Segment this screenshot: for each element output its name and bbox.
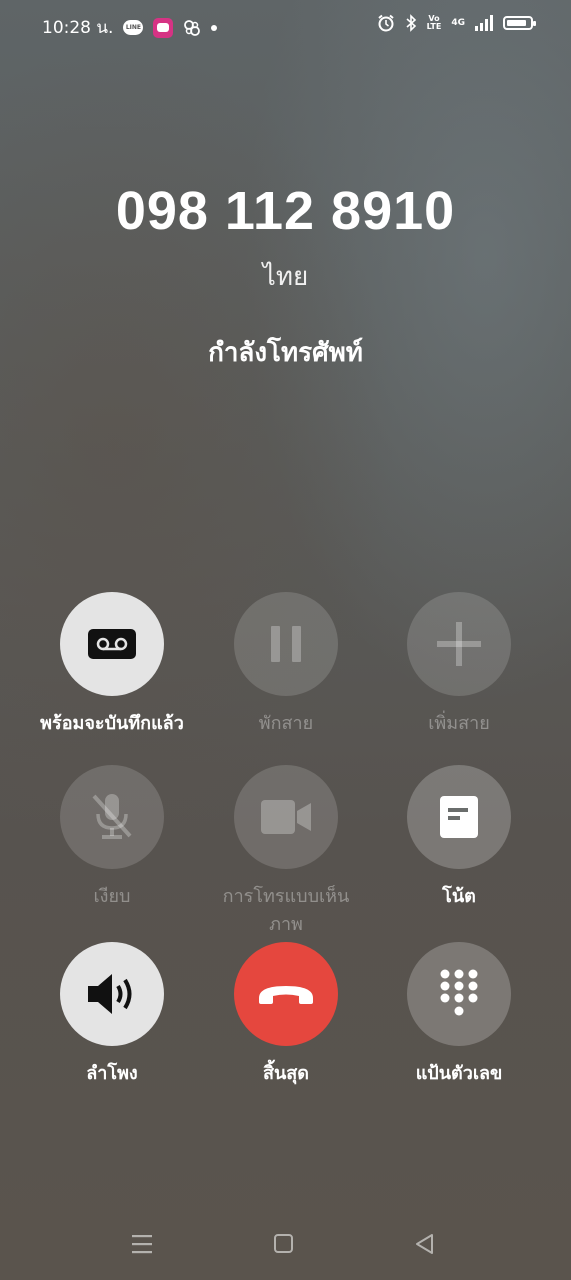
- video-call-button[interactable]: การโทรแบบเห็นภาพ: [191, 765, 381, 939]
- speaker-button[interactable]: ลำโพง: [17, 942, 207, 1088]
- line-icon: LINE: [123, 20, 144, 35]
- speaker-icon: [88, 974, 132, 1014]
- video-camera-icon: [261, 800, 311, 834]
- dialpad-icon: [440, 969, 478, 1016]
- dot-icon: [211, 24, 218, 31]
- plus-icon: [437, 622, 481, 666]
- hang-up-icon: [259, 986, 313, 1004]
- end-call-label: สิ้นสุด: [263, 1063, 309, 1084]
- signal-icon: [475, 15, 493, 31]
- add-call-button[interactable]: เพิ่มสาย: [364, 592, 554, 738]
- status-bar: 10:28 น. LINE Vo LTE 4G: [0, 0, 571, 52]
- back-icon[interactable]: [414, 1233, 436, 1255]
- mic-off-icon: [92, 794, 132, 839]
- alarm-icon: [378, 14, 394, 32]
- phone-number: 098 112 8910: [115, 181, 456, 241]
- note-icon: [440, 796, 478, 838]
- hold-label: พักสาย: [258, 713, 314, 734]
- keypad-label: แป้นตัวเลข: [415, 1063, 503, 1084]
- bluetooth-icon: [406, 14, 416, 32]
- call-status: กำลังโทรศัพท์: [208, 338, 363, 368]
- pause-icon: [271, 626, 301, 662]
- status-time: 10:28 น.: [42, 18, 114, 38]
- notes-label: โน้ต: [442, 886, 476, 907]
- add-call-label: เพิ่มสาย: [428, 713, 490, 734]
- keypad-button[interactable]: แป้นตัวเลข: [364, 942, 554, 1088]
- speaker-label: ลำโพง: [86, 1063, 138, 1084]
- home-icon[interactable]: [273, 1233, 295, 1255]
- video-call-label: การโทรแบบเห็นภาพ: [222, 886, 350, 935]
- hold-button[interactable]: พักสาย: [191, 592, 381, 738]
- mute-label: เงียบ: [93, 886, 131, 907]
- menu-icon[interactable]: [131, 1233, 153, 1255]
- notes-button[interactable]: โน้ต: [364, 765, 554, 911]
- volte-icon: Vo LTE: [426, 14, 442, 31]
- network-type: 4G: [451, 18, 465, 28]
- recorder-icon: [88, 629, 136, 659]
- record-button[interactable]: พร้อมจะบันทึกแล้ว: [17, 592, 207, 738]
- navigation-bar: [0, 1225, 571, 1265]
- pinwheel-icon: [184, 19, 201, 36]
- app-icon: [153, 17, 174, 38]
- battery-icon: [503, 16, 536, 30]
- end-call-button[interactable]: สิ้นสุด: [191, 942, 381, 1088]
- record-label: พร้อมจะบันทึกแล้ว: [40, 713, 184, 734]
- mute-button[interactable]: เงียบ: [17, 765, 207, 911]
- caller-region: ไทย: [262, 262, 309, 292]
